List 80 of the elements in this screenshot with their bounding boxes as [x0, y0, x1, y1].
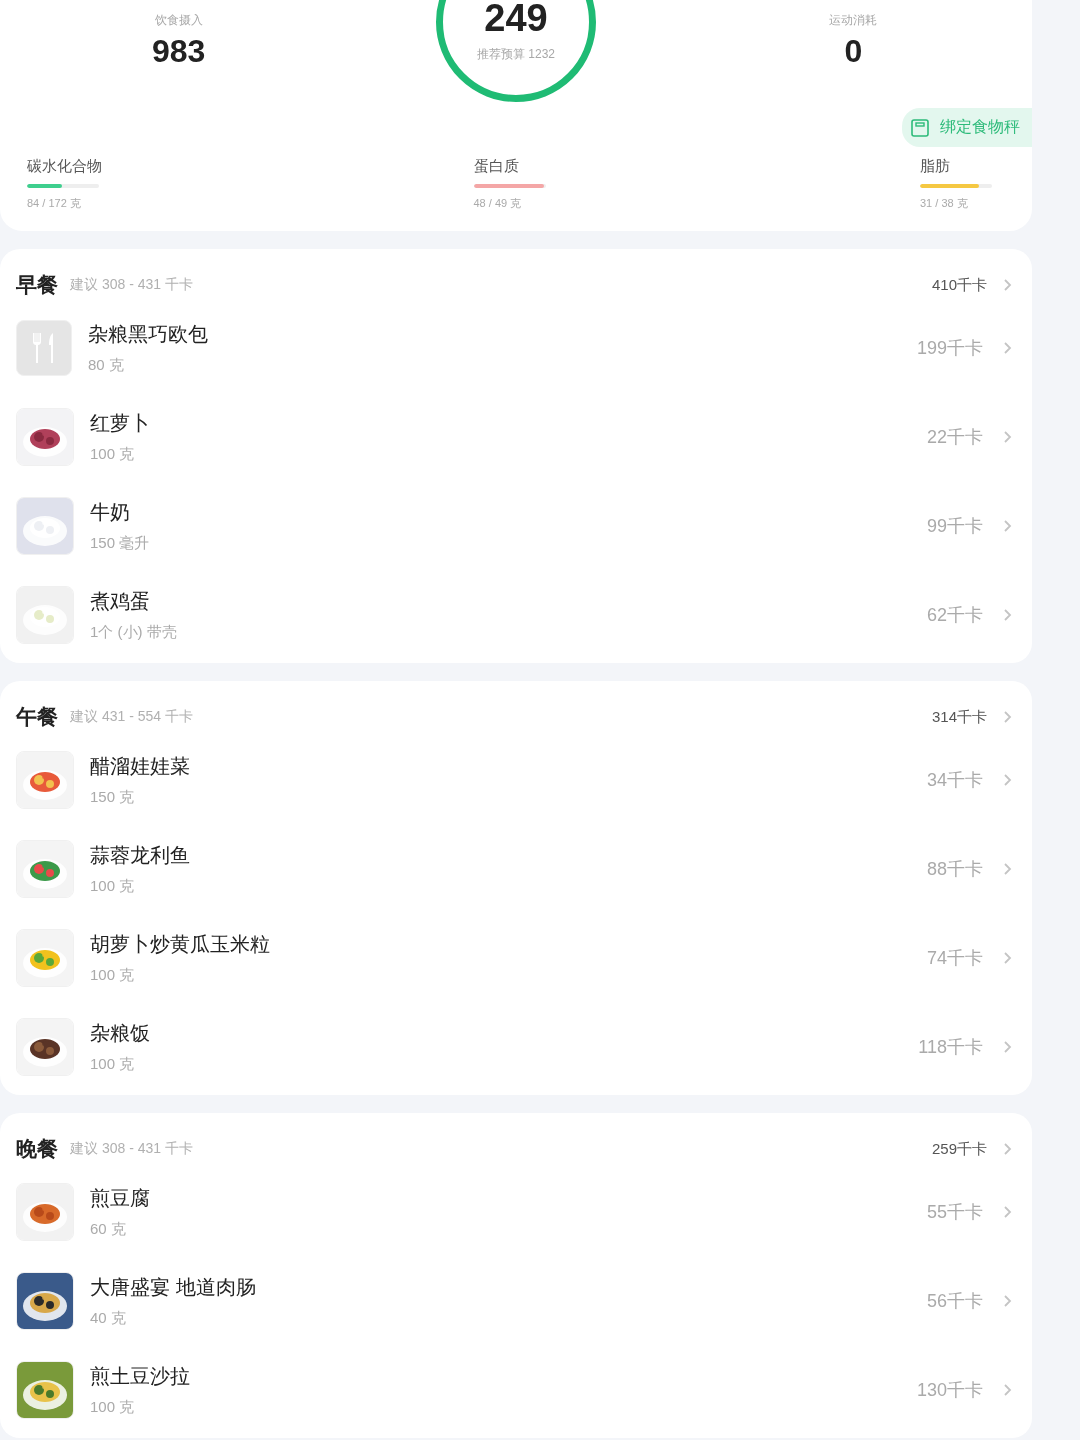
- food-portion: 40 克: [90, 1308, 127, 1328]
- food-portion: 150 毫升: [90, 533, 150, 553]
- chevron-icon: [1003, 950, 1012, 965]
- chevron-icon: [1003, 278, 1012, 292]
- macro-name: 蛋白质: [473, 157, 520, 176]
- chevron-icon: [1003, 861, 1012, 876]
- meal-suggestion: 建议 308 - 431 千卡: [70, 276, 193, 294]
- meal-title: 早餐: [16, 272, 58, 298]
- meal-suggestion: 建议 308 - 431 千卡: [70, 1140, 193, 1158]
- food-name: 蒜蓉龙利鱼: [90, 842, 190, 868]
- exercise-label: 运动消耗: [829, 12, 878, 29]
- chevron-icon: [1003, 518, 1012, 533]
- macro-amount: 31 / 38 克: [920, 196, 969, 211]
- food-calories: 34千卡: [926, 768, 983, 792]
- food-row[interactable]: 煮鸡蛋 1个 (小) 带壳 62千卡: [16, 570, 1012, 659]
- meal-total: 259千卡: [931, 1139, 987, 1159]
- food-portion: 150 克: [90, 787, 136, 807]
- macro-name: 脂肪: [920, 157, 951, 176]
- meal-total: 314千卡: [931, 707, 987, 727]
- food-name: 煮鸡蛋: [90, 588, 151, 614]
- chevron-icon: [1003, 1142, 1012, 1156]
- chevron-icon: [1003, 1039, 1012, 1054]
- food-name: 煎豆腐: [90, 1185, 150, 1211]
- food-row[interactable]: 煎豆腐 60 克 55千卡: [16, 1167, 1012, 1256]
- chevron-icon: [1003, 340, 1012, 355]
- budget-label: 推荐预算 1232: [476, 46, 555, 63]
- chevron-icon: [1003, 429, 1012, 444]
- food-row[interactable]: 煎土豆沙拉 100 克 130千卡: [16, 1345, 1012, 1434]
- macro-amount: 84 / 172 克: [27, 196, 82, 211]
- meal-total: 410千卡: [931, 275, 987, 295]
- food-name: 杂粮饭: [90, 1020, 150, 1046]
- food-name: 大唐盛宴 地道肉肠: [90, 1274, 256, 1300]
- food-name: 煎土豆沙拉: [90, 1363, 190, 1389]
- meal-title: 午餐: [16, 704, 58, 730]
- chevron-icon: [1003, 1382, 1012, 1397]
- food-row[interactable]: 胡萝卜炒黄瓜玉米粒 100 克 74千卡: [16, 913, 1012, 1002]
- meal-suggestion: 建议 431 - 554 千卡: [70, 708, 193, 726]
- intake-label: 饮食摄入: [154, 12, 203, 29]
- chevron-icon: [1003, 607, 1012, 622]
- food-calories: 55千卡: [926, 1200, 983, 1224]
- meal-title: 晚餐: [16, 1136, 58, 1162]
- food-name: 胡萝卜炒黄瓜玉米粒: [90, 931, 270, 957]
- food-row[interactable]: 蒜蓉龙利鱼 100 克 88千卡: [16, 824, 1012, 913]
- intake-value: 983: [151, 33, 206, 70]
- food-calories: 130千卡: [916, 1378, 983, 1402]
- food-portion: 100 克: [90, 876, 136, 896]
- food-calories: 56千卡: [926, 1289, 983, 1313]
- chevron-icon: [1003, 710, 1012, 724]
- chevron-icon: [1003, 1204, 1012, 1219]
- macro-name: 碳水化合物: [27, 157, 103, 176]
- food-row[interactable]: 大唐盛宴 地道肉肠 40 克 56千卡: [16, 1256, 1012, 1345]
- exercise-value: 0: [844, 33, 863, 70]
- food-calories: 62千卡: [926, 603, 983, 627]
- food-calories: 88千卡: [926, 857, 983, 881]
- food-calories: 99千卡: [926, 514, 983, 538]
- food-portion: 1个 (小) 带壳: [90, 622, 177, 642]
- food-name: 红萝卜: [90, 410, 150, 436]
- food-name: 杂粮黑巧欧包: [88, 321, 208, 347]
- chevron-icon: [1003, 1293, 1012, 1308]
- food-portion: 100 克: [90, 444, 136, 464]
- food-portion: 60 克: [90, 1219, 127, 1239]
- food-row[interactable]: 醋溜娃娃菜 150 克 34千卡: [16, 735, 1012, 824]
- food-calories: 22千卡: [926, 425, 983, 449]
- food-row[interactable]: 杂粮饭 100 克 118千卡: [16, 1002, 1012, 1091]
- food-row[interactable]: 牛奶 150 毫升 99千卡: [16, 481, 1012, 570]
- food-name: 牛奶: [90, 499, 131, 525]
- food-portion: 100 克: [90, 1397, 136, 1417]
- scale-icon: [910, 117, 930, 138]
- food-name: 醋溜娃娃菜: [90, 753, 190, 779]
- macro-amount: 48 / 49 克: [473, 196, 523, 211]
- remaining-value: 249: [484, 0, 548, 40]
- food-calories: 74千卡: [926, 946, 983, 970]
- food-row[interactable]: 红萝卜 100 克 22千卡: [16, 392, 1012, 481]
- food-calories: 199千卡: [916, 336, 983, 360]
- chevron-icon: [1003, 772, 1012, 787]
- food-calories: 118千卡: [918, 1035, 983, 1059]
- food-portion: 80 克: [88, 355, 125, 375]
- food-portion: 100 克: [90, 965, 136, 985]
- food-portion: 100 克: [90, 1054, 136, 1074]
- food-row[interactable]: 杂粮黑巧欧包 80 克 199千卡: [16, 303, 1012, 392]
